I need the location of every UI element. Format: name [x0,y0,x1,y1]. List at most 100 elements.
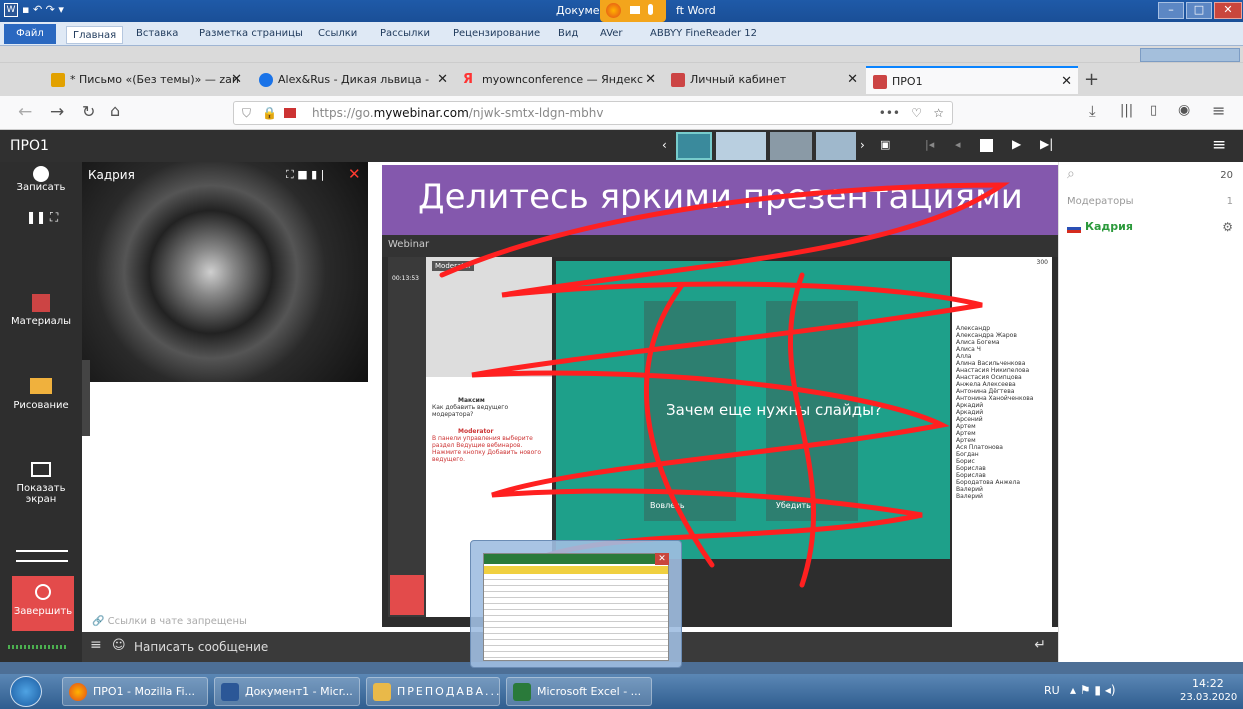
tab-music[interactable]: Alex&Rus - Дикая львица - ✕ [252,66,454,94]
volume-slider[interactable] [16,550,68,552]
tab-yandex[interactable]: Яmyownconference — Яндекс ✕ [456,66,662,94]
maximize-button[interactable]: □ [1186,2,1212,19]
share-screen-button[interactable]: Показать экран [0,462,82,505]
excel-preview-thumbnail[interactable]: ✕ [470,540,682,668]
shield-icon[interactable]: ⛉ [242,102,251,124]
taskbar-folder[interactable]: ПРЕПОДАВА... [366,677,500,706]
chat-note: 🔗 Ссылки в чате запрещены [82,612,382,632]
slides-prev-icon[interactable]: ‹ [662,138,667,152]
start-button[interactable] [10,676,42,707]
page-actions-icon[interactable]: ••• [879,102,900,124]
pocket-icon[interactable]: ♡ [911,102,922,124]
finish-label: Завершить [13,606,73,617]
taskbar-word[interactable]: Документ1 - Micr... [214,677,360,706]
tab-label: * Письмо «(Без темы)» — zan [70,73,239,86]
camera-controls-icons[interactable]: ⛶ ■ ▮ | [286,168,324,182]
tray-icons[interactable]: ▴ ⚑ ▮ ◂) [1070,683,1116,697]
tab-active-pro1[interactable]: ПРО1 ✕ [866,66,1078,94]
chat-menu-icon[interactable]: ≡ [90,637,102,653]
ribbon-tab-aver[interactable]: AVer [600,28,623,39]
first-slide-icon[interactable]: |◂ [925,138,934,151]
finish-button[interactable]: Завершить [12,576,74,631]
new-tab-button[interactable]: + [1084,69,1099,90]
forward-icon[interactable]: → [50,102,64,122]
bookmark-star-icon[interactable]: ☆ [933,102,944,124]
slide-thumb-3[interactable] [770,132,812,160]
link-icon: 🔗 [92,616,108,627]
ribbon-tab-home[interactable]: Главная [66,26,124,44]
url-bar[interactable]: ⛉ 🔒 https://go.mywebinar.com/njwk-smtx-l… [233,101,953,125]
close-icon[interactable]: ✕ [847,66,858,94]
tab-mail[interactable]: * Письмо «(Без темы)» — zan ✕ [44,66,248,94]
drawing-button[interactable]: Рисование [0,378,82,411]
materials-button[interactable]: Материалы [0,294,82,327]
account-icon[interactable]: ◉ [1178,102,1190,118]
next-slide-icon[interactable]: ▶ [1012,137,1021,151]
ribbon-tab-view[interactable]: Вид [558,28,578,39]
monitor-icon [31,462,51,477]
back-icon[interactable]: ← [18,102,32,122]
emoji-icon[interactable]: ☺ [112,638,126,653]
clock-time[interactable]: 14:22 [1192,677,1224,690]
word-title-bar: W ▪ ↶ ↷ ▾ Докуме ft Word – □ ✕ [0,0,1243,22]
pause-fullscreen-controls[interactable]: ❚❚ ⛶ [0,210,82,225]
language-indicator[interactable]: RU [1044,684,1060,697]
library-icon[interactable]: ||| [1120,103,1133,118]
close-icon[interactable]: ✕ [1061,68,1072,94]
ribbon-tab-review[interactable]: Рецензирование [453,28,540,39]
slide-thumb-1[interactable] [676,132,712,160]
taskbar-excel[interactable]: Microsoft Excel - ... [506,677,652,706]
participants-panel: ⌕ 20 Модераторы 1 Кадрия ⚙ [1058,162,1243,662]
ribbon-tab-references[interactable]: Ссылки [318,28,357,39]
record-button[interactable]: Записать [0,166,82,193]
url-path: /njwk-smtx-ldgn-mbhv [468,106,604,120]
close-button[interactable]: ✕ [1214,2,1242,19]
slides-next-icon[interactable]: › [860,138,865,152]
camera-permission-icon[interactable] [284,108,296,118]
close-icon[interactable]: ✕ [655,553,669,565]
search-icon[interactable]: ⌕ [1067,166,1075,182]
lock-icon[interactable]: 🔒 [262,102,277,124]
ribbon-tab-abbyy[interactable]: ABBYY FineReader 12 [650,28,757,39]
app-menu-icon[interactable]: ≡ [1212,135,1226,155]
tab-cabinet[interactable]: Личный кабинет ✕ [664,66,864,94]
moderator-name[interactable]: Кадрия [1085,220,1133,233]
stop-circle-icon [35,584,51,600]
chat-input[interactable]: Написать сообщение [134,640,268,654]
image-icon[interactable]: ▣ [880,138,890,151]
close-icon[interactable]: ✕ [231,66,242,94]
close-icon[interactable]: ✕ [645,66,656,94]
word-app-icon[interactable]: W [4,3,18,17]
audio-sliders[interactable] [0,546,82,570]
mic-slider[interactable] [16,560,68,562]
firefox-icon [69,683,87,701]
slide-thumb-2[interactable] [716,132,766,160]
send-icon[interactable]: ↵ [1034,637,1046,653]
last-slide-icon[interactable]: ▶| [1040,137,1053,151]
minimize-button[interactable]: – [1158,2,1184,19]
download-icon[interactable]: ⤓ [1089,102,1096,120]
quick-access-icons[interactable]: ▪ ↶ ↷ ▾ [22,3,64,16]
file-tab[interactable]: Файл [4,24,56,44]
mail-icon [51,73,65,87]
panel-collapse-handle[interactable] [82,360,90,436]
clock-date[interactable]: 23.03.2020 [1180,692,1237,703]
ribbon-tab-mailings[interactable]: Рассылки [380,28,430,39]
sidebar-icon[interactable]: ▯ [1150,103,1157,118]
firefox-window-controls[interactable] [1140,48,1240,62]
slide-thumb-4[interactable] [816,132,856,160]
share-screen-label: Показать экран [16,483,66,505]
taskbar-firefox[interactable]: ПРО1 - Mozilla Fi... [62,677,208,706]
prev-slide-icon[interactable]: ◂ [955,138,961,151]
stop-icon[interactable] [980,139,993,152]
close-camera-icon[interactable]: ✕ [348,165,361,183]
home-icon[interactable]: ⌂ [110,101,120,120]
menu-icon[interactable]: ≡ [1212,101,1225,120]
ribbon-tab-layout[interactable]: Разметка страницы [199,28,303,39]
gear-icon[interactable]: ⚙ [1222,220,1233,234]
paint-roller-icon [30,378,52,394]
close-icon[interactable]: ✕ [437,66,448,94]
reload-icon[interactable]: ↻ [82,102,95,121]
moderators-count: 1 [1226,196,1233,207]
ribbon-tab-insert[interactable]: Вставка [136,28,178,39]
